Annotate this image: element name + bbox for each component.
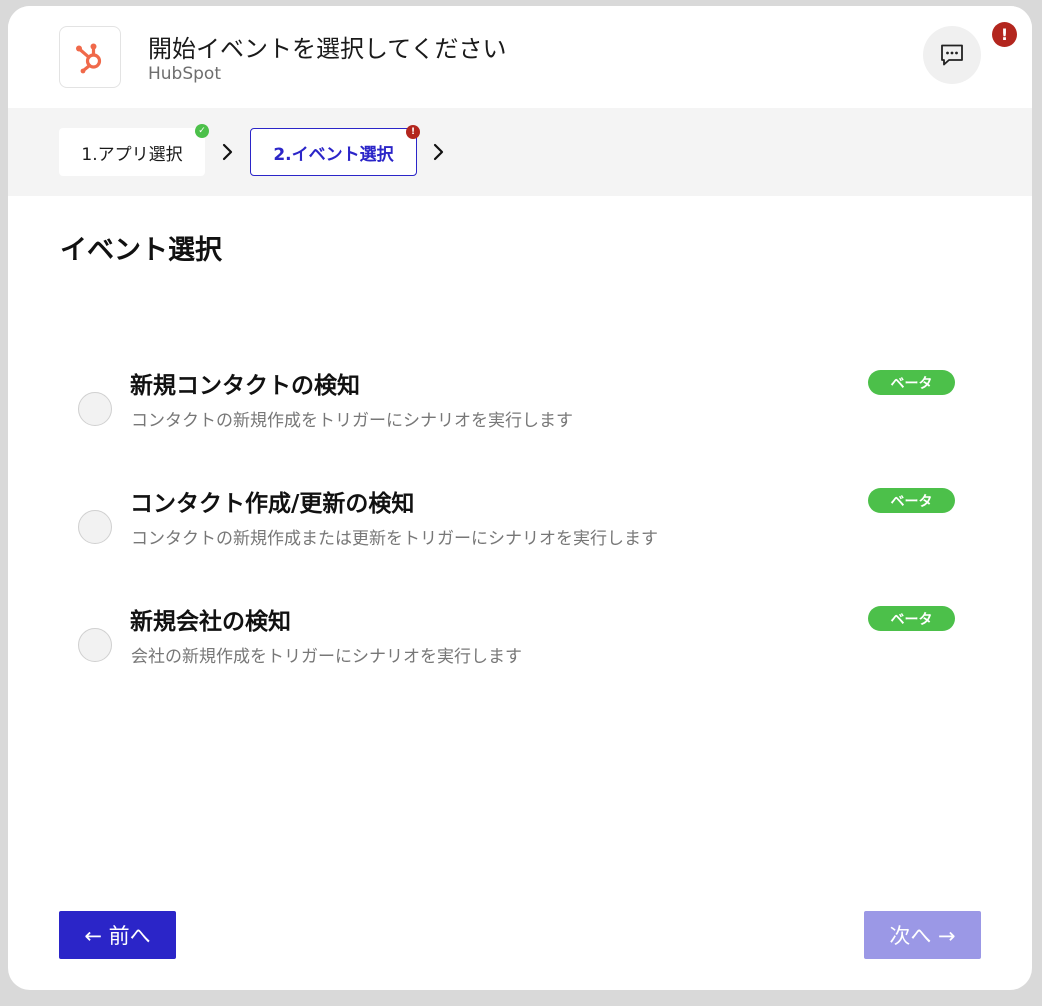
app-name: HubSpot	[148, 64, 221, 84]
step-label: 1.アプリ選択	[81, 144, 183, 165]
alert-icon[interactable]: !	[992, 22, 1017, 47]
step-event-selection[interactable]: 2.イベント選択 !	[250, 125, 420, 176]
event-option-new-contact[interactable]: 新規コンタクトの検知 コンタクトの新規作成をトリガーにシナリオを実行します ベー…	[60, 366, 980, 456]
event-description: コンタクトの新規作成または更新をトリガーにシナリオを実行します	[131, 529, 658, 549]
beta-badge: ベータ	[868, 606, 955, 631]
check-icon: ✓	[195, 124, 209, 138]
app-logo	[59, 26, 121, 88]
chat-bubble-icon	[941, 44, 963, 66]
step-label: 2.イベント選択	[273, 144, 394, 165]
chat-button[interactable]	[923, 26, 981, 84]
event-radio[interactable]	[78, 392, 112, 426]
previous-button[interactable]: ← 前へ	[59, 911, 176, 959]
event-title: 新規会社の検知	[130, 609, 291, 635]
event-option-new-company[interactable]: 新規会社の検知 会社の新規作成をトリガーにシナリオを実行します ベータ	[60, 602, 980, 692]
step-app-selection[interactable]: 1.アプリ選択 ✓	[59, 124, 209, 176]
next-button[interactable]: 次へ →	[864, 911, 981, 959]
error-icon: !	[406, 125, 420, 139]
dialog-header: 開始イベントを選択してください HubSpot !	[8, 6, 1032, 108]
page-title: 開始イベントを選択してください	[148, 35, 507, 63]
beta-badge: ベータ	[868, 488, 955, 513]
event-title: コンタクト作成/更新の検知	[130, 491, 415, 517]
chevron-right-icon	[429, 138, 449, 166]
chevron-right-icon	[218, 138, 238, 166]
stepper: 1.アプリ選択 ✓ 2.イベント選択 !	[8, 108, 1032, 196]
event-option-contact-create-update[interactable]: コンタクト作成/更新の検知 コンタクトの新規作成または更新をトリガーにシナリオを…	[60, 484, 980, 574]
section-title: イベント選択	[60, 235, 222, 266]
hubspot-sprocket-icon	[76, 43, 102, 74]
event-radio[interactable]	[78, 510, 112, 544]
event-title: 新規コンタクトの検知	[130, 373, 360, 399]
event-description: 会社の新規作成をトリガーにシナリオを実行します	[131, 647, 522, 667]
event-selection-dialog: 開始イベントを選択してください HubSpot ! 1.アプリ選択 ✓ 2.イベ…	[8, 6, 1032, 990]
event-radio[interactable]	[78, 628, 112, 662]
event-description: コンタクトの新規作成をトリガーにシナリオを実行します	[131, 411, 573, 431]
beta-badge: ベータ	[868, 370, 955, 395]
